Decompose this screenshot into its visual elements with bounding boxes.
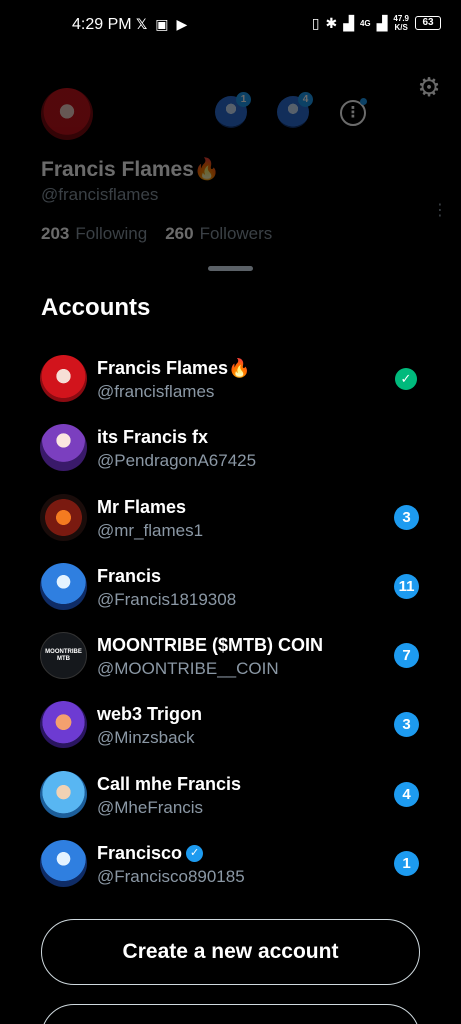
profile-stats: 203 Following 260 Followers (41, 224, 272, 244)
account-avatar (40, 701, 87, 749)
profile-name: Francis Flames🔥 (41, 158, 221, 181)
notification-badge: 3 (394, 504, 419, 530)
account-handle: @Minzsback (97, 728, 195, 748)
bluetooth-icon: ✱ (325, 15, 338, 31)
profile-handle: @francisflames (41, 185, 159, 204)
profile-avatar[interactable] (41, 88, 93, 140)
account-avatar (40, 355, 87, 402)
signal-icon-2: ▟ (376, 15, 388, 31)
account-name: Francis (97, 565, 162, 586)
notification-badge: 3 (394, 712, 419, 738)
notification-dot (360, 98, 367, 105)
system-icons: ▯ ✱ ▟ 4G ▟ 47.9 K/S 63 (312, 14, 441, 32)
switch-account-avatar[interactable]: 4 (277, 92, 313, 128)
followers-count[interactable]: 260 (165, 224, 193, 244)
account-name: web3 Trigon (97, 704, 203, 725)
notification-badge: 1 (394, 851, 419, 877)
account-avatar (40, 493, 87, 541)
account-handle: @MheFrancis (97, 797, 204, 817)
battery-indicator: 63 (415, 16, 441, 30)
account-name: Francisco ✓ (97, 843, 204, 864)
account-row[interactable]: web3 Trigon @Minzsback 3 (0, 691, 461, 760)
account-handle: @Francis1819308 (97, 589, 237, 609)
create-account-button[interactable]: Create a new account (41, 919, 420, 985)
active-check-icon: ✓ (395, 368, 417, 390)
account-row[interactable]: Francis @Francis1819308 11 (0, 553, 461, 622)
account-avatar (40, 770, 87, 818)
account-row[interactable]: Mr Flames @mr_flames1 3 (0, 484, 461, 553)
account-handle: @PendragonA67425 (97, 451, 257, 471)
account-name: MOONTRIBE ($MTB) COIN (97, 635, 323, 656)
switch-account-avatar[interactable]: 1 (215, 92, 251, 128)
bolt-app-icon: ▶ (176, 16, 188, 32)
overflow-icon[interactable]: ⋮ (432, 200, 448, 220)
status-time: 4:29 PM (72, 16, 132, 33)
account-avatar (40, 840, 87, 888)
profile-header: 1 4 ⋮ ⚙ Francis Flames🔥 @francisflames 2… (0, 50, 461, 310)
account-handle: @Francisco890185 (97, 867, 245, 887)
account-handle: @francisflames (97, 382, 215, 401)
avatar-logo-text: MOONTRIBE MTB (45, 649, 82, 663)
account-name: Call mhe Francis (97, 773, 242, 794)
vibrate-icon: ▯ (311, 15, 320, 31)
account-row[interactable]: Francis Flames🔥 @francisflames ✓ (0, 345, 461, 414)
sheet-drag-handle[interactable] (208, 266, 253, 271)
following-label[interactable]: Following (75, 224, 147, 244)
account-avatar (40, 562, 87, 610)
settings-gear-icon[interactable]: ⚙ (416, 74, 442, 100)
followers-label[interactable]: Followers (200, 224, 273, 244)
accounts-list: Francis Flames🔥 @francisflames ✓ its Fra… (0, 345, 461, 899)
account-handle: @MOONTRIBE__COIN (97, 659, 279, 679)
add-existing-account-button[interactable] (41, 1004, 420, 1024)
notification-badge: 11 (394, 573, 419, 599)
account-name: its Francis fx (97, 427, 209, 448)
account-row[interactable]: Francisco ✓ @Francisco890185 1 (0, 830, 461, 899)
account-row[interactable]: its Francis fx @PendragonA67425 (0, 414, 461, 483)
account-name: Francis Flames🔥 (97, 358, 251, 378)
account-avatar: MOONTRIBE MTB (40, 632, 87, 680)
account-row[interactable]: MOONTRIBE MTB MOONTRIBE ($MTB) COIN @MOO… (0, 622, 461, 691)
sheet-title: Accounts (41, 294, 151, 321)
network-type: 4G (359, 18, 371, 28)
signal-icon: ▟ (343, 15, 354, 31)
notification-badge: 4 (394, 781, 419, 807)
account-row[interactable]: Call mhe Francis @MheFrancis 4 (0, 761, 461, 830)
account-avatar (40, 424, 87, 472)
network-speed: 47.9 K/S (393, 14, 409, 32)
x-logo-icon: 𝕏 (136, 16, 148, 32)
notification-badge: 4 (298, 92, 313, 107)
verified-badge-icon: ✓ (186, 845, 204, 863)
notification-badge: 7 (394, 643, 419, 669)
notification-icons: 𝕏 ▣ ▶ (136, 15, 187, 33)
following-count[interactable]: 203 (41, 224, 69, 244)
account-handle: @mr_flames1 (97, 520, 204, 540)
notification-badge: 1 (236, 92, 251, 107)
office-icon: ▣ (155, 16, 169, 32)
account-name: Mr Flames (97, 496, 187, 517)
status-bar: 4:29 PM 𝕏 ▣ ▶ ▯ ✱ ▟ 4G ▟ 47.9 K/S 63 (0, 0, 461, 50)
